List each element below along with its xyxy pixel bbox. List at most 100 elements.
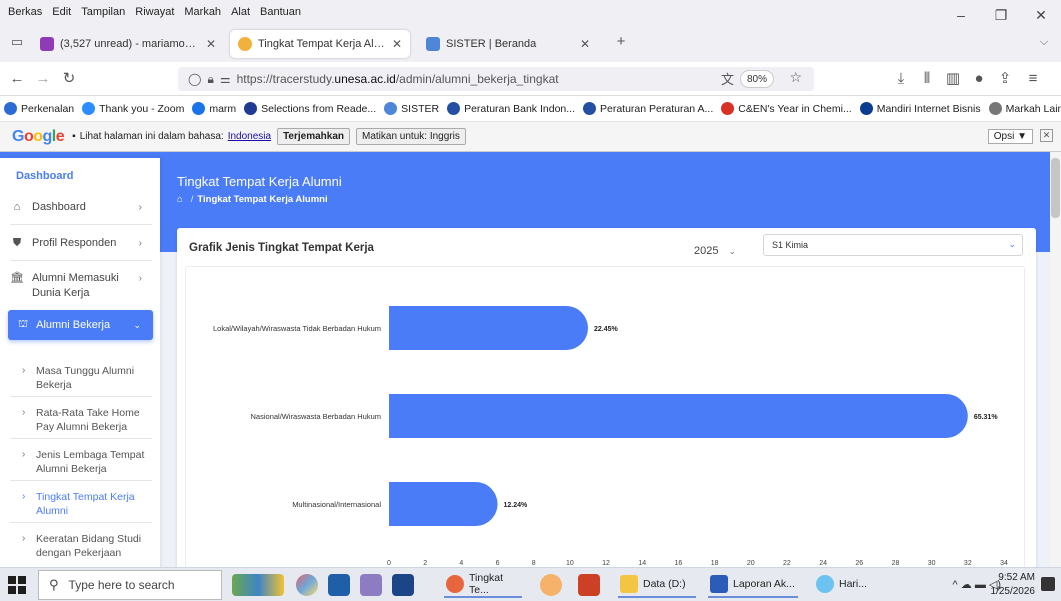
bookmark-item[interactable]: Thank you - Zoom xyxy=(82,102,184,115)
tab-list-icon[interactable]: ▭ xyxy=(6,32,28,52)
bookmark-label: Perkenalan xyxy=(21,102,75,115)
sidebar-sub-keeratan-bidang[interactable]: › Keeratan Bidang Studi dengan Pekerjaan xyxy=(22,532,148,560)
bookmark-item[interactable]: marm xyxy=(192,102,236,115)
firefox-icon xyxy=(446,575,464,593)
app-icon[interactable] xyxy=(540,574,562,596)
chart-bar[interactable] xyxy=(389,482,498,526)
bookmark-item[interactable]: Peraturan Peraturan A... xyxy=(583,102,713,115)
bookmark-label: marm xyxy=(209,102,237,115)
tab-mail[interactable]: (3,527 unread) - mariamonicasi ✕ xyxy=(32,30,224,58)
sticky-app-icon[interactable] xyxy=(392,574,414,596)
chart-category-label: Multinasional/Internasional xyxy=(292,500,381,509)
bookmarks-bar: Perkenalan Thank you - Zoom marm Selections… xyxy=(0,96,1061,122)
home-icon[interactable]: ⌂ xyxy=(177,194,183,205)
acrobat-icon[interactable] xyxy=(578,574,600,596)
search-icon: ⚲ xyxy=(49,577,59,592)
account-icon[interactable]: ● xyxy=(968,69,990,89)
clock-date: 1/25/2026 xyxy=(990,586,1036,597)
store-icon[interactable] xyxy=(328,574,350,596)
menu-tampilan[interactable]: Tampilan xyxy=(81,6,125,18)
user-profile-icon: ⛊ xyxy=(12,237,22,249)
translate-icon[interactable]: 文 xyxy=(721,69,734,88)
taskbar-app-word[interactable]: Laporan Ak... xyxy=(708,572,798,598)
year-select[interactable]: 2025 ⌄ xyxy=(692,240,752,262)
sidebar-toggle-icon[interactable]: ▥ xyxy=(942,69,964,89)
bookmark-item[interactable]: C&EN's Year in Chemi... xyxy=(721,102,852,115)
taskbar-search-input[interactable]: ⚲ Type here to search xyxy=(38,570,222,600)
close-tab-icon[interactable]: ✕ xyxy=(392,37,402,51)
tab-sister[interactable]: SISTER | Beranda ✕ xyxy=(418,30,598,58)
bookmark-item[interactable]: Peraturan Bank Indon... xyxy=(447,102,575,115)
notification-icon[interactable] xyxy=(1041,577,1055,591)
disable-translate-button[interactable]: Matikan untuk: Inggris xyxy=(356,128,466,145)
sidebar-item-dashboard[interactable]: ⌂ Dashboard › xyxy=(10,200,152,215)
taskbar-app-explorer[interactable]: Data (D:) xyxy=(618,572,696,598)
windows-start-icon[interactable] xyxy=(8,576,26,594)
sidebar-sub-label: Keeratan Bidang Studi dengan Pekerjaan xyxy=(36,533,142,559)
bookmark-label: Peraturan Peraturan A... xyxy=(600,102,714,115)
zoom-level[interactable]: 80% xyxy=(739,70,774,88)
google-logo: Google xyxy=(12,127,65,145)
extensions-icon[interactable]: ⇪ xyxy=(994,69,1016,89)
sidebar-item-profil-responden[interactable]: ⛊ Profil Responden › xyxy=(10,236,152,251)
taskbar-app-label: Data (D:) xyxy=(643,578,686,590)
forward-icon[interactable]: → xyxy=(32,69,54,89)
copilot-icon[interactable] xyxy=(296,574,318,596)
paint-icon[interactable] xyxy=(360,574,382,596)
sidebar-sub-take-home-pay[interactable]: › Rata-Rata Take Home Pay Alumni Bekerja xyxy=(22,406,148,434)
chart-bar[interactable] xyxy=(389,394,968,438)
menu-riwayat[interactable]: Riwayat xyxy=(135,6,174,18)
lock-icon: 🔒︎ xyxy=(207,71,214,86)
sidebar-sub-tingkat-tempat-kerja[interactable]: › Tingkat Tempat Kerja Alumni xyxy=(22,490,148,518)
chart-container: Lokal/Wilayah/Wiraswasta Tidak Berbadan … xyxy=(185,266,1025,567)
taskbar-app-weather[interactable]: Hari... xyxy=(814,572,876,598)
chevron-down-icon[interactable]: ⌵ xyxy=(1033,32,1055,52)
chart-x-tick: 32 xyxy=(964,560,972,567)
sidebar-item-alumni-bekerja[interactable]: ⛫ Alumni Bekerja ⌄ xyxy=(8,310,153,340)
taskbar-app-label: Hari... xyxy=(839,578,868,590)
translate-button[interactable]: Terjemahkan xyxy=(277,128,351,145)
sidebar-sub-jenis-lembaga[interactable]: › Jenis Lembaga Tempat Alumni Bekerja xyxy=(22,448,148,476)
bookmark-item[interactable]: Perkenalan xyxy=(4,102,74,115)
chevron-right-icon: › xyxy=(22,449,26,460)
reload-icon[interactable]: ↻ xyxy=(58,69,80,89)
bookmark-item[interactable]: Markah Lain xyxy=(988,102,1061,115)
sidebar-sub-masa-tunggu[interactable]: › Masa Tunggu Alumni Bekerja xyxy=(22,364,148,392)
menu-markah[interactable]: Markah xyxy=(184,6,221,18)
bookmark-item[interactable]: Selections from Reade... xyxy=(244,102,376,115)
google-translate-bar: Google ▪ Lihat halaman ini dalam bahasa:… xyxy=(0,122,1061,152)
sidebar-item-alumni-memasuki[interactable]: 🏛︎ Alumni Memasuki Dunia Kerja › xyxy=(10,271,142,301)
new-tab-icon[interactable]: + xyxy=(610,32,632,52)
navigation-bar: ← → ↻ ◯ 🔒︎ ⚌ https://tracerstudy.unesa.a… xyxy=(0,62,1061,96)
menu-alat[interactable]: Alat xyxy=(231,6,250,18)
bookmark-star-icon[interactable]: ☆ xyxy=(789,69,802,86)
bookmark-item[interactable]: Mandiri Internet Bisnis xyxy=(859,102,981,115)
menu-icon[interactable]: ≡ xyxy=(1022,69,1044,89)
menu-bantuan[interactable]: Bantuan xyxy=(260,6,301,18)
language-select[interactable]: Indonesia xyxy=(228,131,271,142)
downloads-icon[interactable]: ⤓ xyxy=(890,69,912,89)
url-bar[interactable]: ◯ 🔒︎ ⚌ https://tracerstudy.unesa.ac.id/a… xyxy=(178,67,814,91)
close-tab-icon[interactable]: ✕ xyxy=(580,37,590,51)
url-text: https://tracerstudy.unesa.ac.id/admin/al… xyxy=(236,72,559,86)
back-icon[interactable]: ← xyxy=(6,69,28,89)
widgets-icon[interactable] xyxy=(232,574,284,596)
menu-edit[interactable]: Edit xyxy=(52,6,71,18)
chart-bar[interactable] xyxy=(389,306,588,350)
close-tab-icon[interactable]: ✕ xyxy=(206,37,216,51)
page-scrollbar-thumb[interactable] xyxy=(1051,158,1060,218)
library-icon[interactable]: ⫴ xyxy=(916,69,938,89)
tab-tracer-study[interactable]: Tingkat Tempat Kerja Alumni | T ✕ xyxy=(230,30,410,58)
taskbar-app-firefox[interactable]: Tingkat Te... xyxy=(444,572,522,598)
chart-x-tick: 28 xyxy=(892,560,900,567)
bookmark-item[interactable]: SISTER xyxy=(384,102,439,115)
menu-berkas[interactable]: Berkas xyxy=(8,6,42,18)
close-icon[interactable]: ✕ xyxy=(1040,129,1053,142)
word-icon xyxy=(710,575,728,593)
options-button[interactable]: Opsi ▼ xyxy=(987,129,1033,144)
program-select[interactable]: S1 Kimia ⌄ xyxy=(763,234,1023,256)
chevron-right-icon: › xyxy=(138,238,142,249)
bookmark-label: Markah Lain xyxy=(1005,102,1061,115)
chart-x-tick: 6 xyxy=(496,560,500,567)
clock[interactable]: 9:52 AM 1/25/2026 xyxy=(991,571,1036,599)
